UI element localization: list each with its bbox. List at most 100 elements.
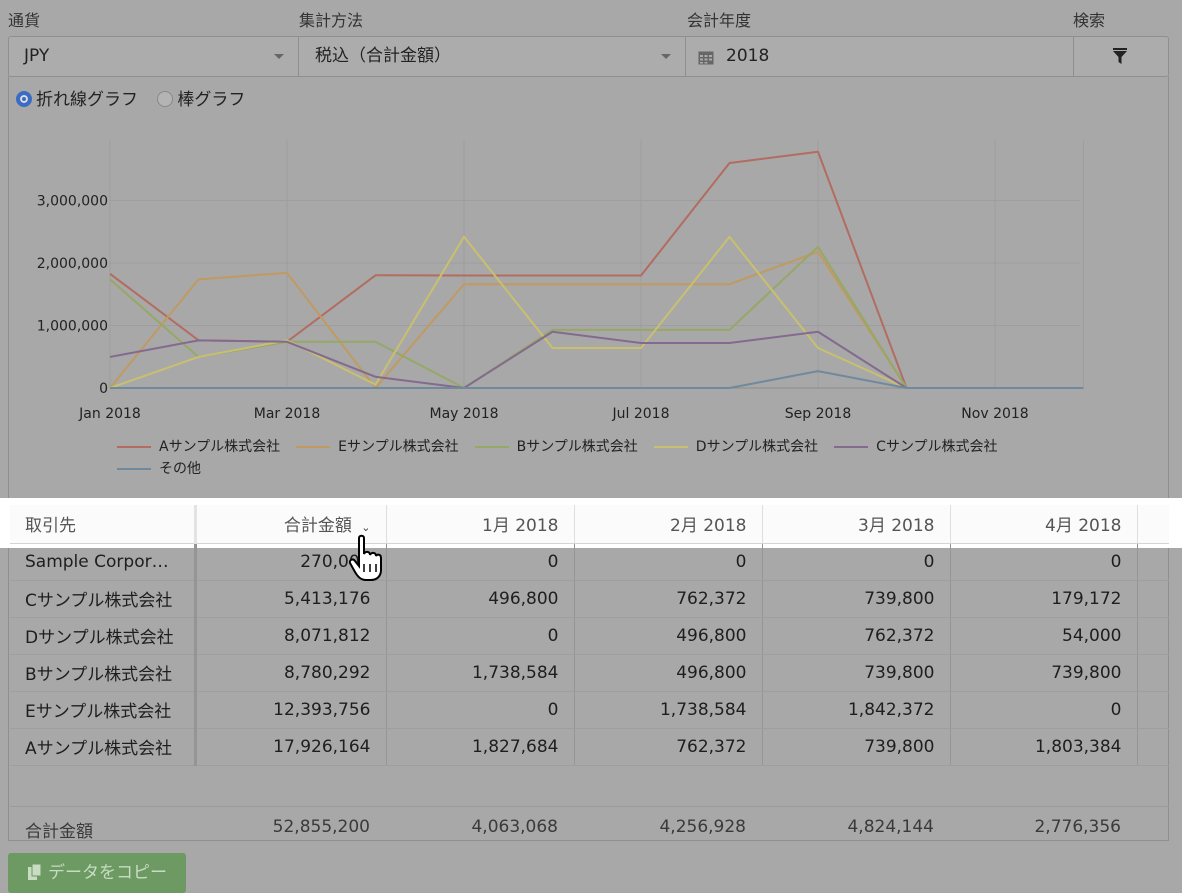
cell-mar: 1,842,372	[762, 691, 951, 729]
series-line-1	[109, 250, 1084, 389]
table-row[interactable]: Eサンプル株式会社 12,393,756 0 1,738,584 1,842,372 0	[10, 691, 1169, 729]
legend-label: その他	[159, 461, 201, 477]
total-row: 合計金額 52,855,200 4,063,068 4,256,928 4,82…	[10, 808, 1169, 845]
empty-row	[10, 768, 1169, 807]
chart-legend: Aサンプル株式会社 Eサンプル株式会社 Bサンプル株式会社 Dサンプル株式会社 Cサンプ…	[117, 436, 1077, 480]
legend-item[interactable]: Aサンプル株式会社	[117, 436, 280, 458]
table-header-row: 取引先 合計金額 ⌄ 1月 2018 2月 2018 3月 2018 4月 20…	[10, 505, 1169, 544]
cell-total: 5,413,176	[195, 580, 387, 618]
y-tick-label: 2,000,000	[37, 256, 108, 272]
total-mar: 4,824,144	[847, 817, 934, 837]
series-line-4	[109, 330, 1084, 389]
sort-desc-icon: ⌄	[361, 521, 371, 535]
cell-jan: 1,738,584	[386, 654, 575, 692]
cell-spacer	[1137, 728, 1169, 766]
column-header-partner[interactable]: 取引先	[10, 505, 197, 544]
cell-mar: 0	[762, 543, 951, 581]
table-row[interactable]: Aサンプル株式会社 17,926,164 1,827,684 762,372 739,8…	[10, 728, 1169, 766]
table-row[interactable]: Sample Corpor… 270,000 0 0 0 0	[10, 543, 1169, 581]
y-tick-label: 1,000,000	[37, 319, 108, 335]
cell-apr: 1,803,384	[950, 728, 1138, 766]
copy-data-button[interactable]: データをコピー	[8, 853, 186, 893]
cell-total: 8,780,292	[195, 654, 387, 692]
cell-mar: 739,800	[762, 654, 951, 692]
x-tick-label: Mar 2018	[254, 406, 321, 422]
x-tick-label: Nov 2018	[961, 406, 1028, 422]
column-header-spacer	[1137, 505, 1169, 544]
cell-total: 12,393,756	[195, 691, 387, 729]
legend-label: Cサンプル株式会社	[876, 439, 998, 455]
y-tick-label: 0	[99, 381, 108, 397]
legend-label: Bサンプル株式会社	[516, 439, 638, 455]
series-line-5	[110, 370, 1084, 389]
cell-partner: Eサンプル株式会社	[10, 691, 197, 729]
cell-apr: 54,000	[950, 617, 1138, 655]
cell-partner: Dサンプル株式会社	[10, 617, 197, 655]
copy-data-label: データをコピー	[48, 863, 167, 883]
x-tick-label: Sep 2018	[785, 406, 851, 422]
cell-partner: Sample Corpor…	[10, 543, 197, 581]
legend-item[interactable]: その他	[117, 458, 201, 480]
cell-spacer	[1137, 543, 1169, 581]
cell-apr: 739,800	[950, 654, 1138, 692]
total-jan: 4,063,068	[471, 817, 558, 837]
legend-swatch	[117, 468, 151, 470]
cell-spacer	[1137, 691, 1169, 729]
cell-jan: 1,827,684	[386, 728, 575, 766]
cell-apr: 0	[950, 691, 1138, 729]
cell-total: 17,926,164	[195, 728, 387, 766]
column-header-mar[interactable]: 3月 2018	[762, 505, 951, 544]
cell-partner: Aサンプル株式会社	[10, 728, 197, 766]
cell-spacer	[1137, 617, 1169, 655]
line-chart: 0 1,000,000 2,000,000 3,000,000 Jan 2018 Mar …	[37, 140, 1084, 422]
x-tick-label: Jan 2018	[78, 406, 141, 422]
legend-item[interactable]: Cサンプル株式会社	[834, 436, 998, 458]
series-line-3	[109, 235, 1084, 389]
cell-jan: 0	[386, 617, 575, 655]
cell-apr: 0	[950, 543, 1138, 581]
cell-feb: 496,800	[574, 617, 763, 655]
y-tick-label: 3,000,000	[37, 194, 108, 210]
legend-swatch	[474, 446, 509, 448]
cell-jan: 0	[386, 543, 575, 581]
legend-item[interactable]: Dサンプル株式会社	[653, 436, 819, 458]
data-table: 取引先 合計金額 ⌄ 1月 2018 2月 2018 3月 2018 4月 20…	[10, 505, 1169, 766]
column-header-feb[interactable]: 2月 2018	[574, 505, 763, 544]
cell-apr: 179,172	[950, 580, 1138, 618]
cell-feb: 0	[574, 543, 763, 581]
column-header-apr[interactable]: 4月 2018	[950, 505, 1138, 544]
cell-jan: 496,800	[386, 580, 575, 618]
legend-swatch	[296, 446, 331, 448]
cell-mar: 739,800	[762, 580, 951, 618]
cell-feb: 1,738,584	[574, 691, 763, 729]
cell-jan: 0	[386, 691, 575, 729]
legend-swatch	[653, 446, 688, 448]
legend-item[interactable]: Bサンプル株式会社	[474, 436, 638, 458]
column-header-jan[interactable]: 1月 2018	[386, 505, 575, 544]
hand-pointer-icon	[348, 534, 382, 581]
column-header-total-label: 合計金額	[283, 516, 352, 537]
legend-label: Aサンプル株式会社	[159, 439, 281, 455]
legend-label: Dサンプル株式会社	[695, 439, 819, 455]
clipboard-icon	[28, 863, 42, 880]
cell-feb: 762,372	[574, 728, 763, 766]
total-label: 合計金額	[25, 822, 93, 842]
cell-feb: 762,372	[574, 580, 763, 618]
total-apr: 2,776,356	[1034, 817, 1121, 837]
cell-partner: Cサンプル株式会社	[10, 580, 197, 618]
legend-item[interactable]: Eサンプル株式会社	[296, 436, 459, 458]
table-row[interactable]: Cサンプル株式会社 5,413,176 496,800 762,372 739,800 1…	[10, 580, 1169, 618]
total-value: 52,855,200	[272, 817, 370, 837]
x-tick-label: Jul 2018	[612, 406, 670, 422]
cell-mar: 739,800	[762, 728, 951, 766]
table-row[interactable]: Bサンプル株式会社 8,780,292 1,738,584 496,800 739,80…	[10, 654, 1169, 692]
table-row[interactable]: Dサンプル株式会社 8,071,812 0 496,800 762,372 54,000	[10, 617, 1169, 655]
cell-spacer	[1137, 654, 1169, 692]
legend-label: Eサンプル株式会社	[338, 439, 459, 455]
x-tick-label: May 2018	[429, 406, 498, 422]
cell-spacer	[1137, 580, 1169, 618]
cell-total: 8,071,812	[195, 617, 387, 655]
legend-swatch	[834, 446, 869, 448]
legend-swatch	[117, 446, 151, 448]
cell-feb: 496,800	[574, 654, 763, 692]
